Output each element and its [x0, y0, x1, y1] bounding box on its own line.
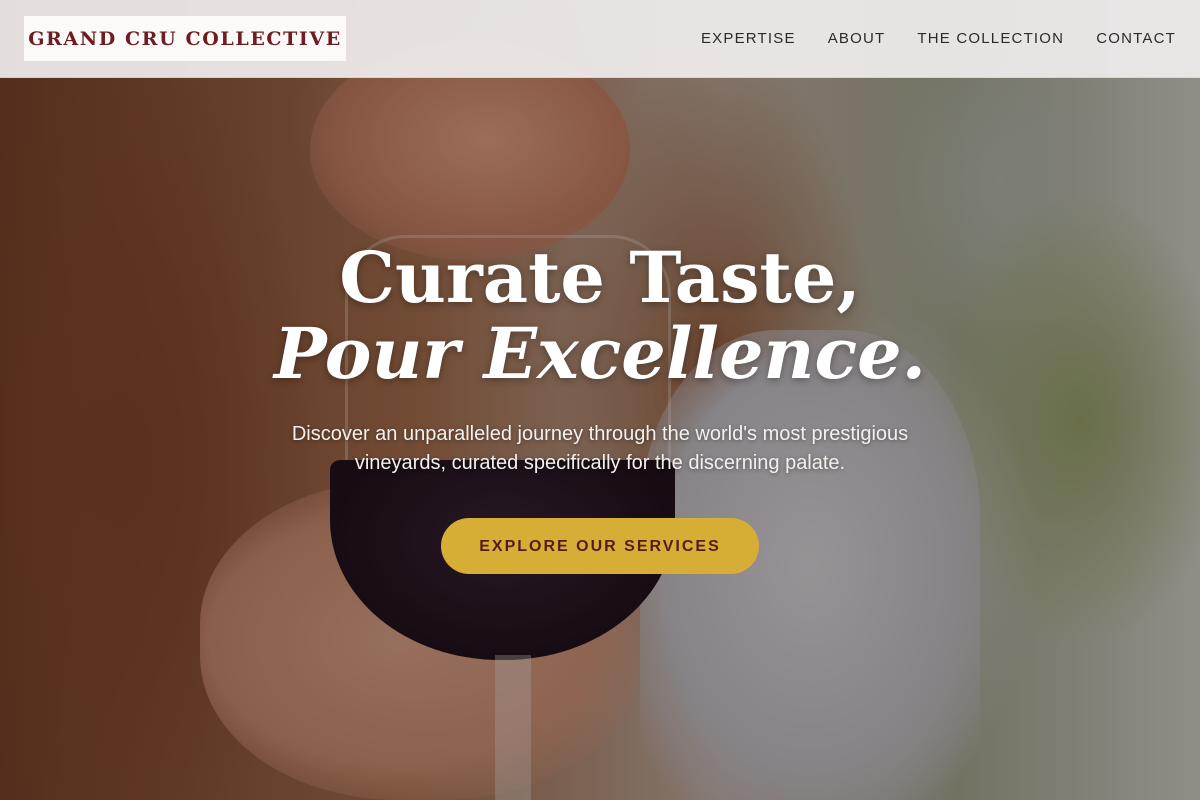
explore-services-button[interactable]: EXPLORE OUR SERVICES: [441, 518, 759, 574]
hero-section: Curate Taste, Pour Excellence. Discover …: [0, 0, 1200, 800]
nav-link-contact[interactable]: CONTACT: [1096, 30, 1176, 47]
nav-link-about[interactable]: ABOUT: [828, 30, 886, 47]
hero-content: Curate Taste, Pour Excellence. Discover …: [0, 240, 1200, 574]
nav-link-the-collection[interactable]: THE COLLECTION: [917, 30, 1064, 47]
hero-subtitle: Discover an unparalleled journey through…: [291, 423, 909, 474]
logo-link[interactable]: GRAND CRU COLLECTIVE: [24, 16, 346, 61]
main-nav: EXPERTISE ABOUT THE COLLECTION CONTACT: [701, 0, 1176, 77]
logo-text: GRAND CRU COLLECTIVE: [28, 27, 342, 50]
nav-link-expertise[interactable]: EXPERTISE: [701, 30, 796, 47]
hero-title-line1: Curate Taste,: [339, 236, 861, 319]
hero-title-line2: Pour Excellence.: [274, 312, 926, 395]
site-header: GRAND CRU COLLECTIVE EXPERTISE ABOUT THE…: [0, 0, 1200, 78]
